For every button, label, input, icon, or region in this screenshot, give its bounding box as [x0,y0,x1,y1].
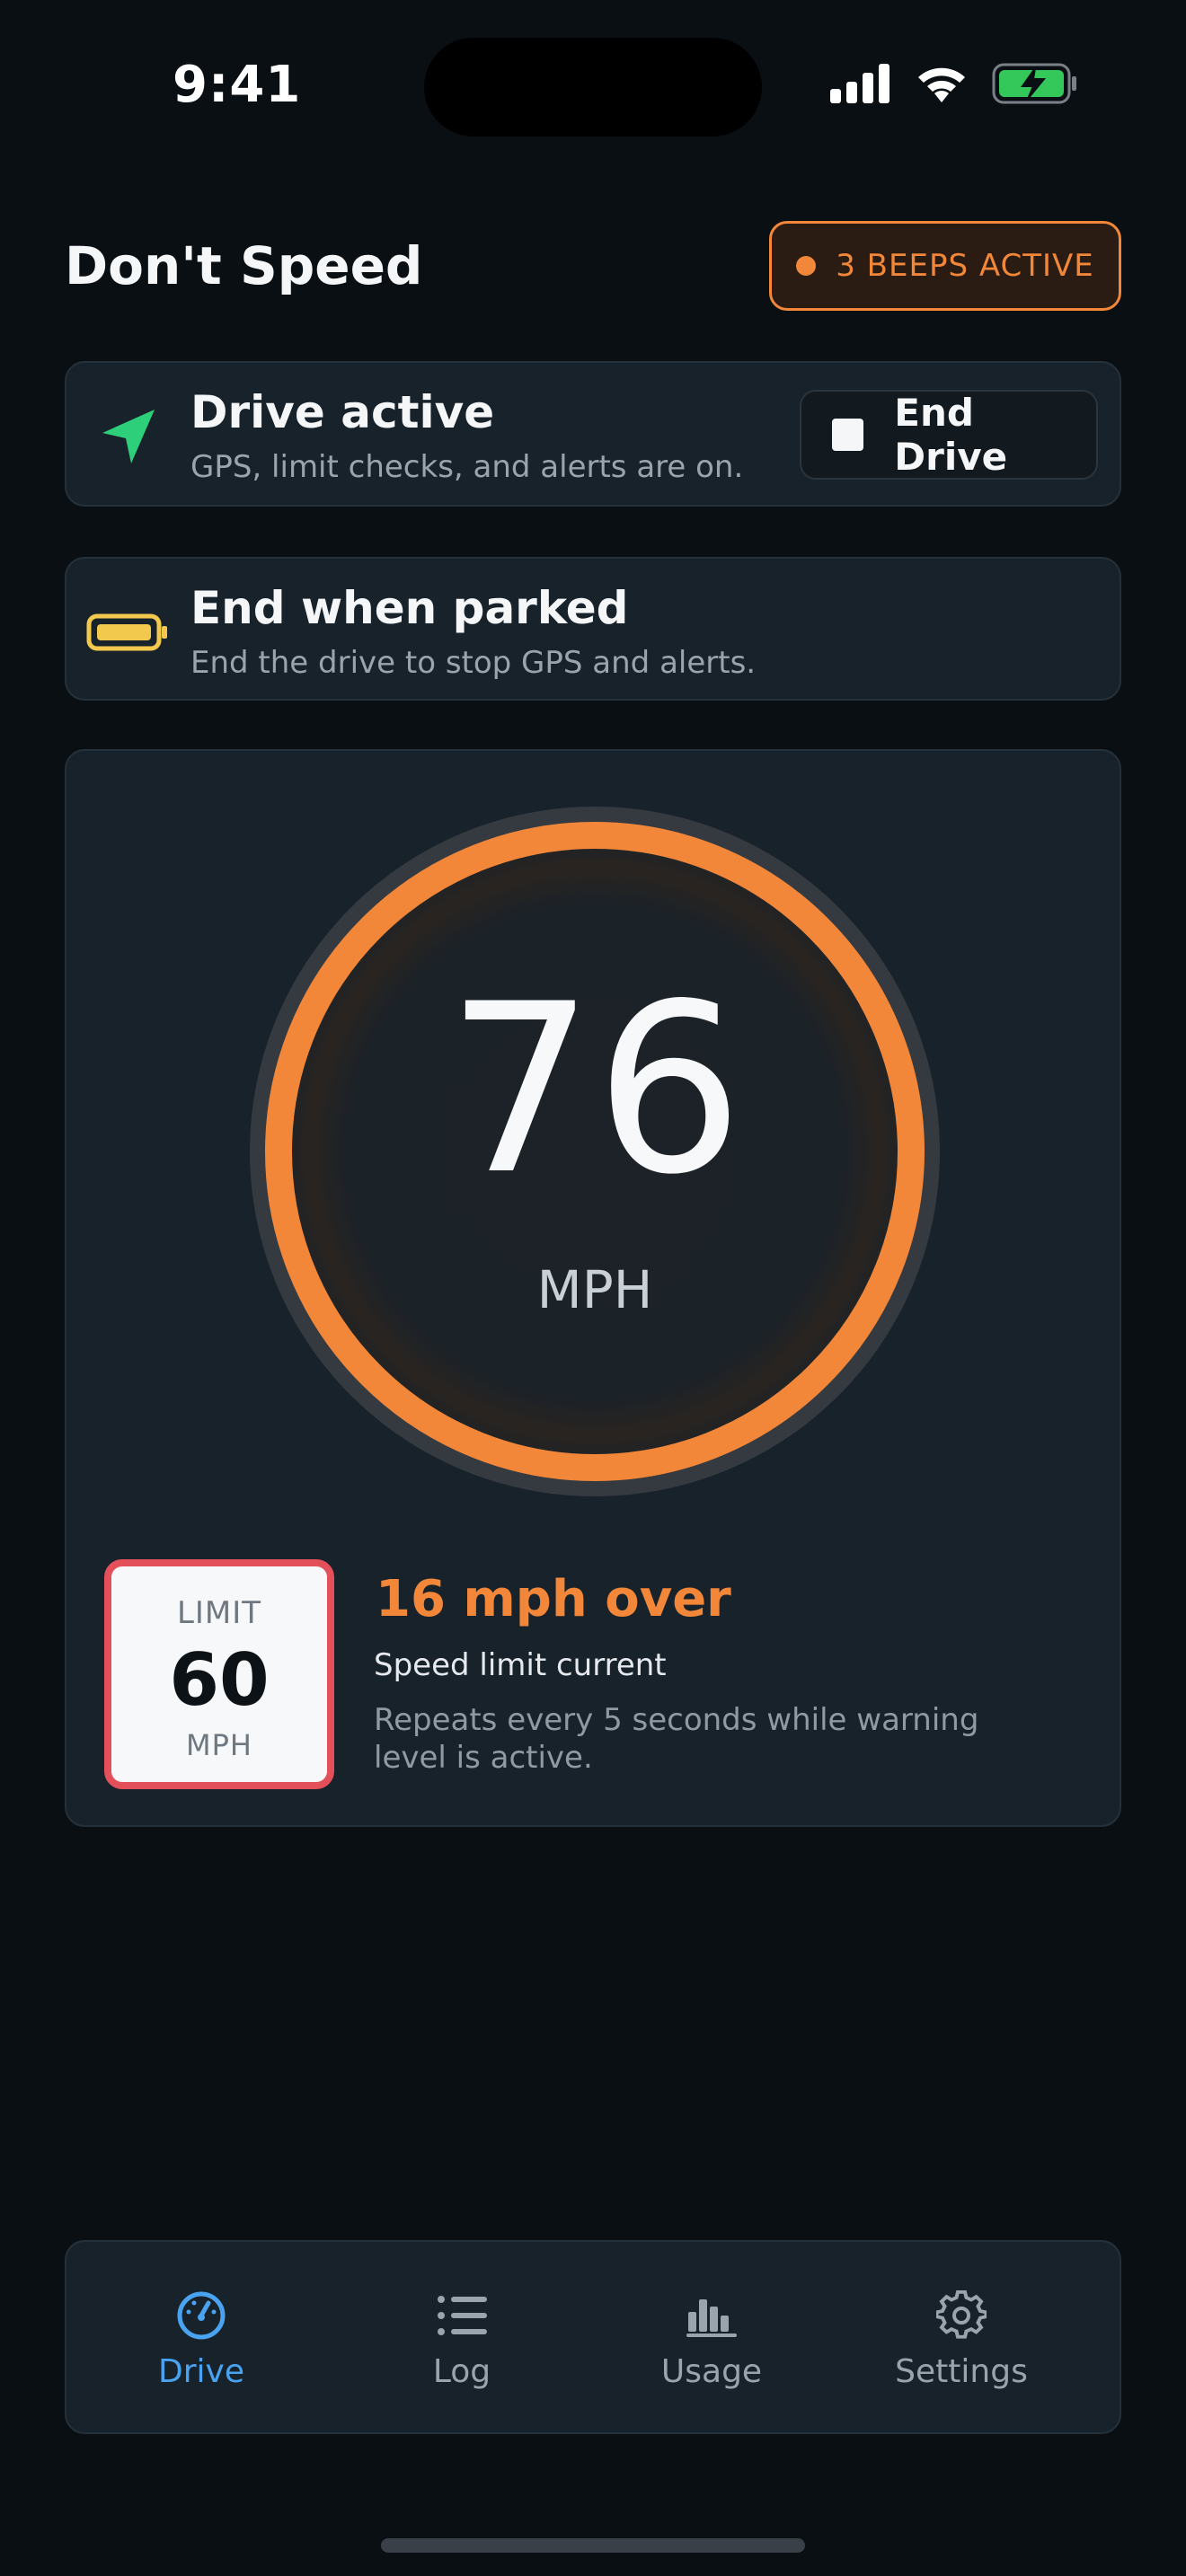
warning-description: Repeats every 5 seconds while warning le… [374,1702,979,1776]
app-title: Don't Speed [65,235,423,296]
navigation-arrow-icon [86,402,169,471]
speed-panel: 76 MPH LIMIT 60 MPH 16 mph over Speed li… [65,749,1121,1827]
drive-screen: 9:41 Don't Speed 3 BEEPS ACTIVE Drive ac… [0,0,1186,2576]
tab-bar: Drive Log Usage Settings [65,2240,1121,2434]
tab-log-label: Log [432,2353,491,2390]
tab-usage-label: Usage [660,2353,763,2390]
bar-chart-icon [613,2287,810,2344]
dynamic-island [424,38,762,137]
cellular-signal-icon [830,64,891,107]
drive-status-title: Drive active [190,386,495,438]
list-icon [363,2287,561,2344]
wifi-icon [915,63,969,108]
home-indicator[interactable] [381,2538,805,2553]
speed-gauge: 76 MPH [246,803,943,1500]
speed-unit: MPH [536,1259,653,1320]
battery-charging-icon [992,63,1078,108]
tab-drive-label: Drive [158,2353,244,2390]
beeps-badge-label: 3 BEEPS ACTIVE [836,248,1094,284]
end-drive-label: End Drive [894,391,1008,479]
drive-status-subtitle: GPS, limit checks, and alerts are on. [190,449,744,485]
parked-reminder-card: End when parked End the drive to stop GP… [65,557,1121,701]
parked-subtitle: End the drive to stop GPS and alerts. [190,645,757,681]
over-limit-amount: 16 mph over [376,1570,731,1628]
current-speed: 76 [446,955,744,1226]
battery-icon [86,598,169,666]
tab-settings[interactable]: Settings [863,2287,1060,2390]
status-time: 9:41 [173,56,302,114]
status-dot-icon [796,256,817,276]
tab-usage[interactable]: Usage [613,2287,810,2390]
gear-icon [863,2287,1060,2344]
limit-unit: MPH [186,1728,252,1762]
speedometer-icon [102,2287,300,2344]
beeps-active-badge: 3 BEEPS ACTIVE [769,221,1121,311]
tab-drive[interactable]: Drive [102,2287,300,2390]
limit-label: LIMIT [176,1595,262,1631]
limit-value: 60 [169,1638,270,1722]
end-drive-button[interactable]: End Drive [800,390,1098,480]
speed-limit-sign: LIMIT 60 MPH [104,1559,334,1789]
limit-status: Speed limit current [374,1647,667,1683]
parked-title: End when parked [190,582,629,634]
tab-log[interactable]: Log [363,2287,561,2390]
tab-settings-label: Settings [895,2353,1028,2390]
stop-icon [832,419,864,451]
status-icons [830,63,1078,108]
drive-status-card: Drive active GPS, limit checks, and aler… [65,361,1121,507]
